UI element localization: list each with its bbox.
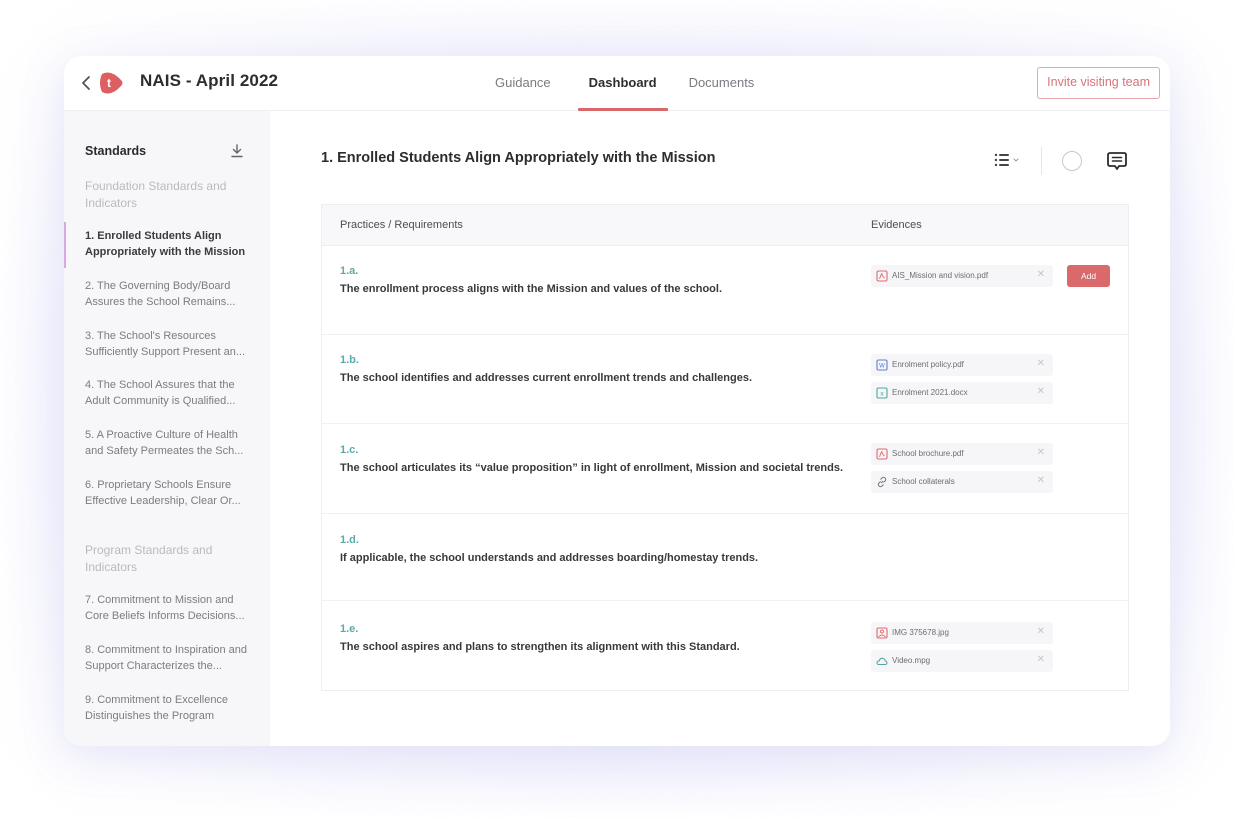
sidebar-item-standard-7[interactable]: 7. Commitment to Mission and Core Belief…	[64, 592, 270, 624]
sidebar-group-foundation: Foundation Standards and Indicators	[85, 179, 227, 210]
requirement-text: The school identifies and addresses curr…	[340, 372, 752, 384]
pdf-file-icon	[876, 270, 888, 282]
tab-guidance[interactable]: Guidance	[484, 56, 562, 111]
requirement-text: The school articulates its “value propos…	[340, 462, 844, 474]
pdf-file-icon	[876, 448, 888, 460]
table-row: 1.a. The enrollment process aligns with …	[322, 246, 1128, 335]
sidebar-item-standard-3[interactable]: 3. The School's Resources Sufficiently S…	[64, 328, 270, 360]
back-chevron-icon[interactable]	[80, 73, 94, 93]
download-icon[interactable]	[230, 143, 244, 159]
status-circle-icon[interactable]	[1062, 151, 1082, 171]
remove-evidence-icon[interactable]: ✕	[1037, 358, 1045, 369]
evidence-name: AIS_Mission and vision.pdf	[892, 271, 989, 280]
evidence-chip[interactable]: School brochure.pdf ✕	[871, 443, 1053, 465]
svg-text:W: W	[879, 363, 885, 370]
top-bar: t NAIS - April 2022 Guidance Dashboard D…	[64, 56, 1170, 111]
toolbar-divider	[1041, 147, 1042, 175]
app-logo: t	[98, 70, 124, 96]
sidebar-item-standard-5[interactable]: 5. A Proactive Culture of Health and Saf…	[64, 427, 270, 459]
table-row: 1.e. The school aspires and plans to str…	[322, 601, 1128, 691]
evidence-chip[interactable]: x Enrolment 2021.docx ✕	[871, 382, 1053, 404]
requirement-code: 1.d.	[340, 534, 359, 546]
column-header-evidences: Evidences	[871, 219, 922, 231]
invite-visiting-team-button[interactable]: Invite visiting team	[1037, 67, 1160, 99]
sidebar-item-standard-8[interactable]: 8. Commitment to Inspiration and Support…	[64, 642, 270, 674]
remove-evidence-icon[interactable]: ✕	[1037, 269, 1045, 280]
comment-icon[interactable]	[1106, 150, 1128, 172]
requirement-code: 1.a.	[340, 265, 359, 277]
sidebar-heading: Standards	[85, 144, 147, 158]
requirement-text: If applicable, the school understands an…	[340, 552, 759, 564]
sidebar-group-program: Program Standards and Indicators	[85, 543, 213, 574]
remove-evidence-icon[interactable]: ✕	[1037, 475, 1045, 486]
tab-documents[interactable]: Documents	[678, 56, 766, 111]
evidence-name: Video.mpg	[892, 656, 931, 665]
remove-evidence-icon[interactable]: ✕	[1037, 626, 1045, 637]
evidence-chip[interactable]: School collaterals ✕	[871, 471, 1053, 493]
requirement-code: 1.b.	[340, 354, 359, 366]
sidebar-item-standard-4[interactable]: 4. The School Assures that the Adult Com…	[64, 377, 270, 409]
sidebar-item-standard-6[interactable]: 6. Proprietary Schools Ensure Effective …	[64, 477, 270, 509]
table-row: 1.b. The school identifies and addresses…	[322, 335, 1128, 424]
evidence-name: Enrolment 2021.docx	[892, 388, 968, 397]
list-view-icon[interactable]	[994, 152, 1024, 168]
evidence-name: Enrolment policy.pdf	[892, 360, 964, 369]
evidence-chip[interactable]: IMG 375678.jpg ✕	[871, 622, 1053, 644]
remove-evidence-icon[interactable]: ✕	[1037, 386, 1045, 397]
table-row: 1.c. The school articulates its “value p…	[322, 424, 1128, 514]
add-evidence-button[interactable]: Add	[1067, 265, 1110, 287]
remove-evidence-icon[interactable]: ✕	[1037, 447, 1045, 458]
requirement-code: 1.c.	[340, 444, 359, 456]
image-file-icon	[876, 627, 888, 639]
standards-sidebar: Standards Foundation Standards and Indic…	[64, 111, 270, 746]
sidebar-item-standard-9[interactable]: 9. Commitment to Excellence Distinguishe…	[64, 692, 270, 724]
table-row: 1.d. If applicable, the school understan…	[322, 514, 1128, 601]
tab-dashboard[interactable]: Dashboard	[577, 56, 668, 111]
spreadsheet-file-icon: x	[876, 387, 888, 399]
evidence-name: School brochure.pdf	[892, 449, 964, 458]
requirement-code: 1.e.	[340, 623, 359, 635]
sidebar-item-standard-1[interactable]: 1. Enrolled Students Align Appropriately…	[64, 222, 270, 268]
svg-text:x: x	[880, 391, 884, 398]
column-header-practices: Practices / Requirements	[340, 219, 463, 231]
evidence-name: IMG 375678.jpg	[892, 628, 949, 637]
evidence-chip[interactable]: AIS_Mission and vision.pdf ✕	[871, 265, 1053, 287]
page-title: NAIS - April 2022	[140, 71, 279, 90]
remove-evidence-icon[interactable]: ✕	[1037, 654, 1045, 665]
standard-title: 1. Enrolled Students Align Appropriately…	[321, 150, 716, 166]
logo-letter: t	[107, 76, 111, 90]
table-header: Practices / Requirements Evidences	[322, 205, 1128, 246]
cloud-icon	[876, 655, 888, 667]
sidebar-item-standard-2[interactable]: 2. The Governing Body/Board Assures the …	[64, 278, 270, 310]
practices-table: Practices / Requirements Evidences 1.a. …	[321, 204, 1129, 691]
requirement-text: The school aspires and plans to strength…	[340, 641, 740, 653]
link-icon	[876, 476, 888, 488]
requirement-text: The enrollment process aligns with the M…	[340, 283, 723, 295]
word-file-icon: W	[876, 359, 888, 371]
main-tabs: Guidance Dashboard Documents	[484, 56, 765, 111]
evidence-name: School collaterals	[892, 477, 955, 486]
evidence-chip[interactable]: Video.mpg ✕	[871, 650, 1053, 672]
app-window: t NAIS - April 2022 Guidance Dashboard D…	[64, 56, 1170, 746]
evidence-chip[interactable]: W Enrolment policy.pdf ✕	[871, 354, 1053, 376]
